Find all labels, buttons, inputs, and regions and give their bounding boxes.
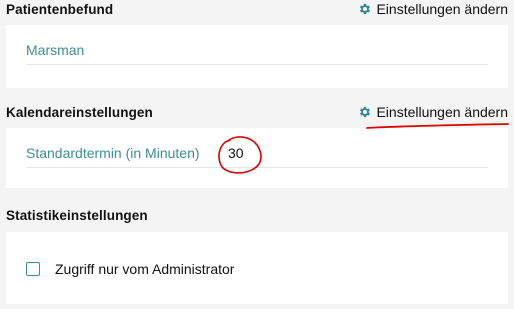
patient-report-title: Patientenbefund — [6, 2, 114, 17]
statistics-settings-section: Statistikeinstellungen — [0, 206, 514, 230]
gear-icon — [360, 106, 371, 118]
default-appointment-value[interactable]: 30 — [228, 145, 244, 161]
statistics-settings-header: Statistikeinstellungen — [0, 206, 514, 230]
patient-report-section: Patientenbefund Einstellungen ändern — [0, 0, 514, 24]
patient-report-card: Marsman — [6, 25, 508, 88]
admin-only-checkbox[interactable] — [26, 262, 40, 276]
calendar-settings-card: Standardtermin (in Minuten) 30 — [6, 128, 508, 188]
statistics-settings-title: Statistikeinstellungen — [6, 208, 148, 223]
admin-only-label: Zugriff nur vom Administrator — [55, 261, 235, 277]
default-appointment-label: Standardtermin (in Minuten) — [26, 145, 200, 161]
statistics-settings-card: Zugriff nur vom Administrator — [6, 232, 508, 304]
patient-report-settings-label: Einstellungen ändern — [376, 1, 508, 17]
patient-report-field-row[interactable]: Marsman — [26, 38, 488, 65]
calendar-settings-title: Kalendareinstellungen — [6, 105, 153, 120]
default-appointment-field[interactable]: Standardtermin (in Minuten) 30 — [26, 140, 488, 168]
calendar-settings-section: Kalendareinstellungen Einstellungen ände… — [0, 103, 514, 127]
patient-report-header: Patientenbefund Einstellungen ändern — [0, 0, 514, 24]
calendar-settings-link-label: Einstellungen ändern — [376, 104, 508, 120]
patient-report-settings-link[interactable]: Einstellungen ändern — [358, 1, 508, 17]
calendar-settings-header: Kalendareinstellungen Einstellungen ände… — [0, 103, 514, 127]
patient-report-field-value: Marsman — [26, 42, 85, 58]
calendar-settings-link[interactable]: Einstellungen ändern — [358, 104, 508, 120]
gear-icon — [360, 3, 371, 15]
